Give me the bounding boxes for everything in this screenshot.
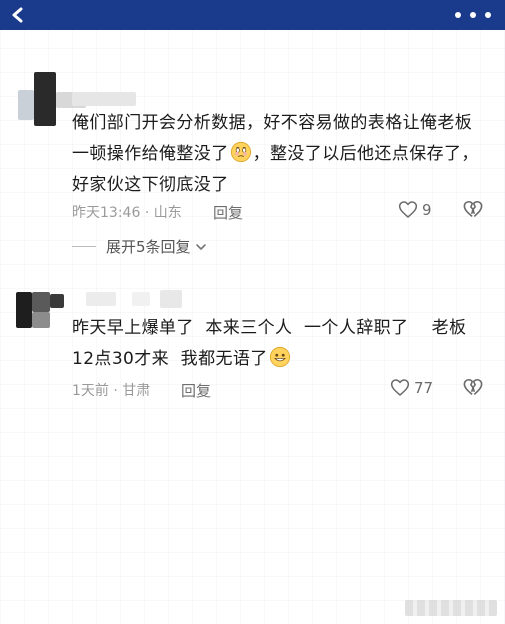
grinning-face-icon bbox=[269, 346, 290, 368]
heart-icon bbox=[398, 201, 418, 218]
more-button[interactable] bbox=[455, 4, 491, 26]
like-button[interactable]: 77 bbox=[390, 378, 433, 397]
comment-meta: 1天前 · 甘肃 bbox=[72, 383, 151, 399]
expand-replies-button[interactable]: 展开5条回复 bbox=[72, 236, 207, 257]
chevron-left-icon bbox=[12, 7, 23, 23]
avatar[interactable] bbox=[18, 72, 86, 126]
divider-line bbox=[72, 246, 96, 247]
comment-meta: 昨天13:46 · 山东 bbox=[72, 205, 182, 221]
broken-heart-icon bbox=[463, 378, 483, 396]
comment-time: 1天前 bbox=[72, 383, 109, 399]
comment-location: 甘肃 bbox=[122, 383, 151, 399]
more-dot-icon bbox=[455, 12, 461, 18]
top-bar bbox=[0, 0, 505, 30]
username[interactable] bbox=[86, 292, 116, 306]
watermark bbox=[405, 600, 497, 616]
more-dot-icon bbox=[485, 12, 491, 18]
broken-heart-icon bbox=[463, 200, 483, 218]
more-dot-icon bbox=[470, 12, 476, 18]
chevron-down-icon bbox=[195, 243, 206, 250]
comment-text: 俺们部门开会分析数据，好不容易做的表格让俺老板一顿操作给俺整没了 ，整没了以后他还… bbox=[72, 108, 488, 201]
avatar[interactable] bbox=[16, 292, 66, 332]
comment-text: 昨天早上爆单了 本来三个人 一个人辞职了 老板12点30才来 我都无语了 bbox=[72, 313, 488, 375]
comment-time: 昨天13:46 bbox=[72, 205, 141, 221]
like-count: 9 bbox=[422, 200, 432, 219]
username[interactable] bbox=[72, 92, 136, 106]
reply-button[interactable]: 回复 bbox=[181, 380, 211, 401]
comment-location: 山东 bbox=[153, 205, 182, 221]
like-count: 77 bbox=[414, 378, 434, 397]
back-button[interactable] bbox=[6, 3, 30, 27]
like-button[interactable]: 9 bbox=[398, 200, 432, 219]
reply-button[interactable]: 回复 bbox=[213, 202, 243, 223]
expand-replies-label: 展开5条回复 bbox=[106, 238, 191, 256]
dislike-button[interactable] bbox=[462, 378, 484, 401]
heart-icon bbox=[390, 379, 410, 396]
dislike-button[interactable] bbox=[462, 200, 484, 223]
crying-face-icon bbox=[230, 141, 251, 163]
